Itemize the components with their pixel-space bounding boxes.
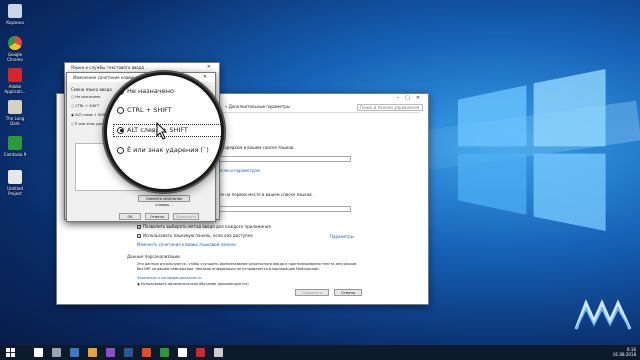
desktop-icon-adobe[interactable]: Adobe Applicati... — [2, 68, 28, 94]
desktop-icon-untitled-project[interactable]: Untitled Project — [2, 170, 28, 196]
mag-option-alt-shift[interactable]: ALT слева + SHIFT — [117, 126, 188, 134]
taskbar-app-icon[interactable] — [214, 348, 223, 357]
desktop-icon-camtasia[interactable]: Camtasia 9 — [2, 136, 28, 157]
mag-option-grave-accent[interactable]: Ё или знак ударения (`) — [117, 146, 209, 154]
taskbar-app-icon[interactable] — [196, 348, 205, 357]
taskbar: 6:16 01.08.2018 — [0, 345, 640, 360]
desktop-icon-recycle-bin[interactable]: Корзина — [2, 4, 28, 25]
mag-option-ctrl-shift[interactable]: CTRL + SHIFT — [117, 106, 172, 114]
windows-logo-wallpaper — [458, 69, 606, 231]
option-not-assigned[interactable]: ○ Не назначено — [71, 95, 100, 100]
radio-icon — [117, 106, 124, 114]
ok-button[interactable]: OK — [119, 213, 141, 220]
channel-logo — [574, 299, 632, 330]
radio-selected-icon — [117, 126, 124, 134]
cancel-button[interactable]: Отмена — [145, 213, 169, 220]
cancel-button[interactable]: Отмена — [334, 289, 362, 296]
start-icon[interactable] — [6, 348, 15, 357]
section-personalization-title: Данные персонализации — [127, 254, 180, 259]
radio-auto-learning[interactable]: ◉ Использовать автоматическое обучение (… — [137, 282, 249, 287]
option-alt-shift[interactable]: ◉ ALT слева + SHIFT — [71, 113, 108, 118]
search-input[interactable]: Поиск в панели управления — [357, 104, 423, 111]
taskbar-app-icon[interactable] — [124, 348, 133, 357]
mag-option-not-assigned[interactable]: Не назначено — [117, 87, 174, 95]
checkbox-per-app-input[interactable]: ✓ Позволить выбирать метод ввода для кажд… — [137, 224, 271, 229]
link-parameters[interactable]: Параметры — [330, 234, 354, 239]
breadcrumb[interactable]: « Дополнительные параметры — [225, 104, 290, 109]
recycle-bin-icon — [8, 4, 22, 18]
chrome-icon — [8, 36, 22, 50]
desktop-icon-chrome[interactable]: Google Chrome — [2, 36, 28, 62]
checkbox-icon: ✓ — [137, 234, 141, 238]
system-tray-clock[interactable]: 6:16 01.08.2018 — [613, 347, 636, 357]
dialog-titlebar: Языки и службы текстового ввода ✕ — [65, 63, 219, 72]
option-ctrl-shift[interactable]: ○ CTRL + SHIFT — [71, 104, 99, 109]
checkbox-icon: ✓ — [137, 225, 141, 229]
taskbar-app-icon[interactable] — [88, 348, 97, 357]
change-hotkey-button[interactable]: Сменить сочетание клавиш... — [138, 195, 190, 207]
radio-icon — [117, 146, 124, 154]
window-controls[interactable]: –▢✕ — [397, 94, 426, 103]
close-icon[interactable]: ✕ — [203, 73, 213, 82]
taskbar-app-icon[interactable] — [34, 348, 43, 357]
project-file-icon — [8, 170, 22, 184]
taskbar-app-icon[interactable] — [160, 348, 169, 357]
game-icon — [8, 100, 22, 114]
close-icon[interactable]: ✕ — [207, 63, 217, 72]
privacy-link[interactable]: Заявление о конфиденциальности — [137, 276, 201, 281]
link-change-hotkeys[interactable]: Изменить сочетания клавиш языковой панел… — [137, 242, 236, 247]
save-button[interactable]: Сохранить — [295, 289, 329, 296]
taskbar-app-icon[interactable] — [178, 348, 187, 357]
personalization-text: Эти данные используются, чтобы улучшить … — [137, 262, 357, 271]
apply-button[interactable]: Применить — [173, 213, 199, 220]
taskbar-app-icon[interactable] — [70, 348, 79, 357]
taskbar-app-icon[interactable] — [106, 348, 115, 357]
checkbox-language-bar[interactable]: ✓ Использовать языковую панель, если она … — [137, 233, 253, 238]
taskbar-app-icon[interactable] — [52, 348, 61, 357]
mouse-pointer-icon — [156, 122, 168, 140]
group-label-input-language: Смена языка ввода — [71, 87, 112, 92]
adobe-icon — [8, 68, 22, 82]
taskbar-app-icon[interactable] — [142, 348, 151, 357]
radio-icon — [117, 87, 124, 95]
desktop-icon-the-long-dark[interactable]: The Long Dark — [2, 100, 28, 126]
camtasia-icon — [8, 136, 22, 150]
